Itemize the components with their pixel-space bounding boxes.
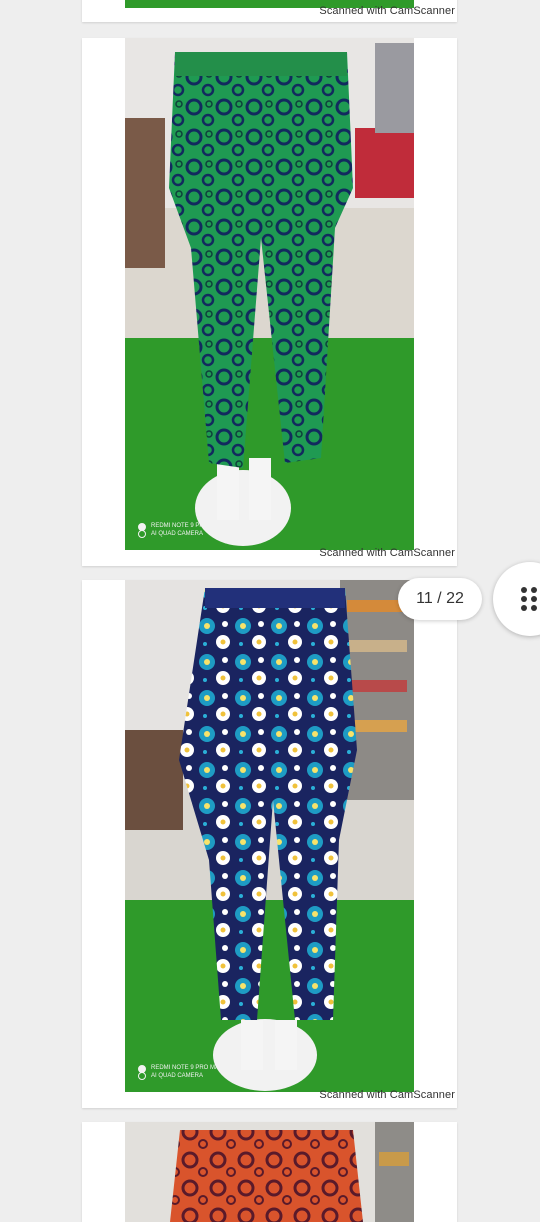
scanned-page-4[interactable] <box>82 1122 457 1222</box>
page-grid-button[interactable] <box>493 562 540 636</box>
camera-stamp: REDMI NOTE 9 PRO MAX AI QUAD CAMERA <box>137 1064 223 1080</box>
camera-tag: AI QUAD CAMERA <box>151 531 204 537</box>
camera-model: REDMI NOTE 9 PRO MAX <box>151 523 224 529</box>
camscanner-watermark: Scanned with CamScanner <box>319 547 455 559</box>
page-photo-blue-pants: REDMI NOTE 9 PRO MAX AI QUAD CAMERA <box>125 580 414 1092</box>
page-counter: 11 / 22 <box>398 578 482 620</box>
scanned-page-1[interactable]: Scanned with CamScanner <box>82 0 457 22</box>
orange-pants-image <box>125 1122 414 1222</box>
grid-dots-icon <box>521 587 537 611</box>
camera-logo-icon <box>137 1065 147 1080</box>
page-photo-orange-pants <box>125 1122 414 1222</box>
camera-model: REDMI NOTE 9 PRO MAX <box>151 1065 224 1071</box>
blue-pants-image <box>125 580 414 1092</box>
camscanner-watermark: Scanned with CamScanner <box>319 1089 455 1101</box>
page-photo-green-pants: REDMI NOTE 9 PRO MAX AI QUAD CAMERA <box>125 38 414 550</box>
camera-tag: AI QUAD CAMERA <box>151 1073 204 1079</box>
camera-stamp: REDMI NOTE 9 PRO MAX AI QUAD CAMERA <box>137 522 223 538</box>
scanned-page-2[interactable]: REDMI NOTE 9 PRO MAX AI QUAD CAMERA Scan… <box>82 38 457 566</box>
green-pants-image <box>125 38 414 550</box>
camera-logo-icon <box>137 523 147 538</box>
camscanner-watermark: Scanned with CamScanner <box>319 5 455 17</box>
scanned-page-3[interactable]: REDMI NOTE 9 PRO MAX AI QUAD CAMERA Scan… <box>82 580 457 1108</box>
page-counter-text: 11 / 22 <box>416 590 464 607</box>
